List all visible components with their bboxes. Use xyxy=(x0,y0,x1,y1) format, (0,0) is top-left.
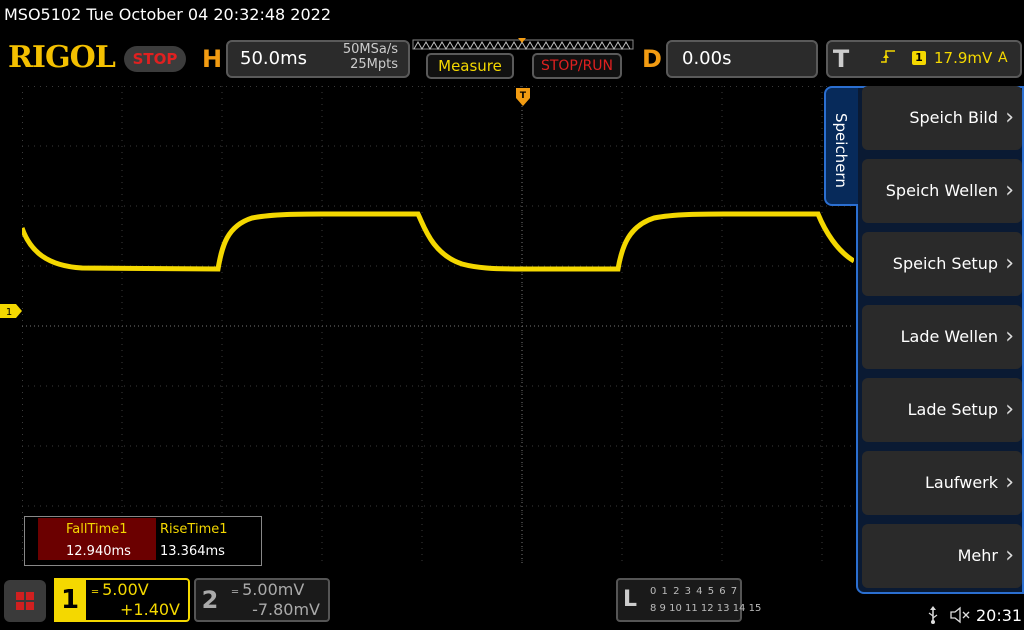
channel-1-offset: +1.40V xyxy=(120,600,180,619)
channel-1-waveform xyxy=(22,211,854,272)
memory-position-bar xyxy=(412,38,634,51)
logic-channels-row-2: 8 9 10 11 12 13 14 15 xyxy=(650,603,762,614)
channel-2-offset: -7.80mV xyxy=(252,600,320,619)
menu-item-speich-setup[interactable]: Speich Setup xyxy=(862,232,1022,296)
window-title: MSO5102 Tue October 04 20:32:48 2022 xyxy=(4,5,331,24)
trigger-source-chip: 1 xyxy=(912,51,926,65)
timebase-value: 50.0ms xyxy=(240,48,307,69)
menu-tab-label: Speichern xyxy=(832,112,850,188)
channel-2-number: 2 xyxy=(201,586,219,614)
main-menu-button[interactable] xyxy=(4,580,46,622)
fall-time-label: FallTime1 xyxy=(66,522,128,537)
stop-run-button[interactable]: STOP/RUN xyxy=(532,53,622,79)
center-axes xyxy=(22,86,854,566)
menu-item-mehr[interactable]: Mehr xyxy=(862,524,1022,588)
measure-button[interactable]: Measure xyxy=(426,53,514,79)
menu-item-lade-wellen[interactable]: Lade Wellen xyxy=(862,305,1022,369)
delay-label[interactable]: D xyxy=(638,40,666,78)
svg-text:1: 1 xyxy=(6,307,12,318)
rise-time-label: RiseTime1 xyxy=(160,522,228,537)
delay-value: 0.00s xyxy=(682,48,732,69)
rigol-logo: RIGOL xyxy=(8,40,116,75)
grid-menu-icon xyxy=(16,592,34,610)
horizontal-label[interactable]: H xyxy=(198,40,226,78)
channel-1-number: 1 xyxy=(54,578,86,622)
logic-channels-row-1: 0 1 2 3 4 5 6 7 xyxy=(650,586,739,597)
channel-1-offset-marker[interactable]: 1 xyxy=(0,304,22,318)
channel-1-scale: ═ 5.00V xyxy=(92,580,149,599)
acquisition-info: 50MSa/s 25Mpts xyxy=(330,42,398,72)
trigger-mode: A xyxy=(998,50,1008,66)
menu-item-speich-wellen[interactable]: Speich Wellen xyxy=(862,159,1022,223)
svg-text:T: T xyxy=(520,91,527,101)
waveform-display[interactable] xyxy=(22,86,854,566)
dc-coupling-icon: ═ xyxy=(92,587,98,598)
trigger-position-marker[interactable]: T xyxy=(516,88,530,108)
usb-icon xyxy=(928,606,938,624)
dc-coupling-icon: ═ xyxy=(232,587,238,598)
menu-item-speich-bild[interactable]: Speich Bild xyxy=(862,86,1022,150)
fall-time-value: 12.940ms xyxy=(66,544,131,559)
run-status-badge[interactable]: STOP xyxy=(124,46,186,72)
rising-edge-icon xyxy=(881,50,895,63)
memory-depth: 25Mpts xyxy=(350,57,398,72)
menu-item-laufwerk[interactable]: Laufwerk xyxy=(862,451,1022,515)
trigger-level: 17.9mV xyxy=(934,49,993,67)
speaker-muted-icon[interactable] xyxy=(950,606,972,624)
channel-2-scale: ═ 5.00mV xyxy=(232,580,305,599)
status-clock: 20:31 xyxy=(976,606,1023,625)
trigger-label[interactable]: T xyxy=(828,40,854,78)
menu-item-lade-setup[interactable]: Lade Setup xyxy=(862,378,1022,442)
rise-time-value: 13.364ms xyxy=(160,544,225,559)
sample-rate: 50MSa/s xyxy=(342,42,398,57)
logic-label: L xyxy=(622,587,638,612)
